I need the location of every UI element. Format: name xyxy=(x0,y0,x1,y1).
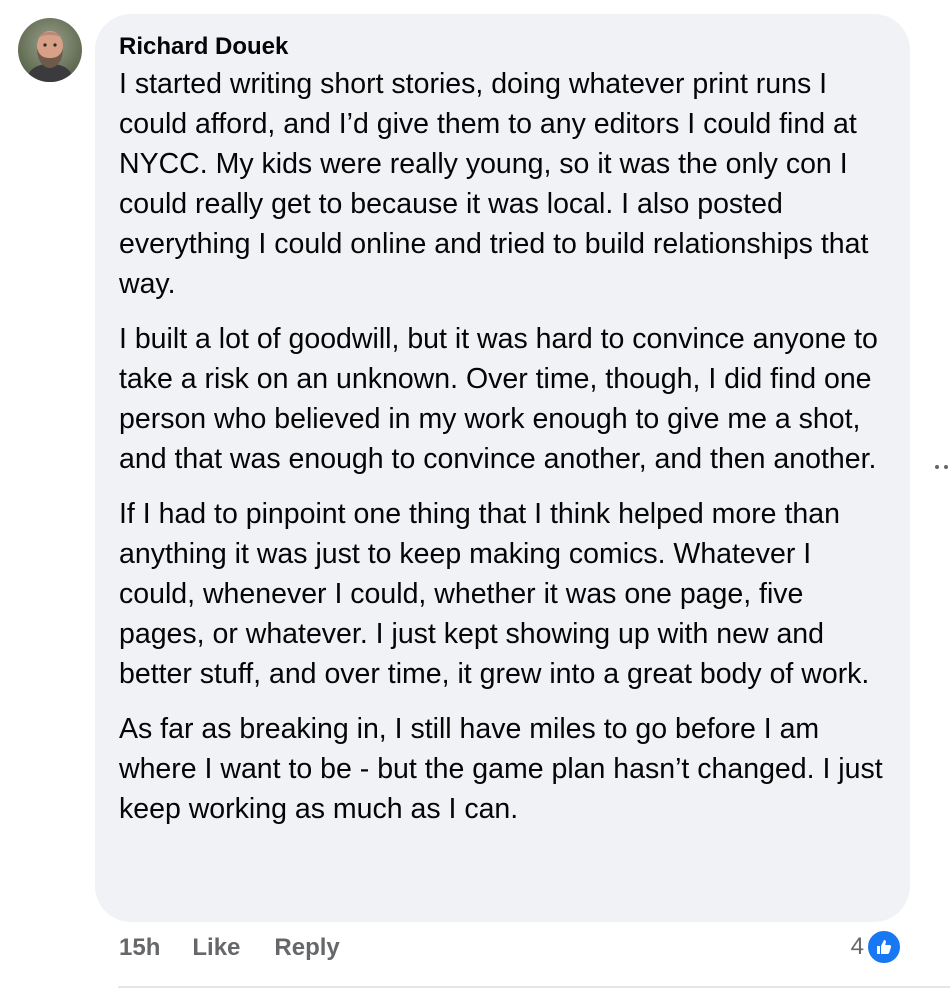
comment-paragraph: As far as breaking in, I still have mile… xyxy=(119,713,883,825)
divider xyxy=(118,986,950,988)
reaction-summary[interactable]: 4 xyxy=(851,928,902,966)
reply-button[interactable]: Reply xyxy=(274,934,339,962)
comment-paragraph: I built a lot of goodwill, but it was ha… xyxy=(119,323,878,475)
comment-author[interactable]: Richard Douek xyxy=(119,32,886,64)
avatar-photo xyxy=(18,18,82,82)
comment-bubble: Richard Douek I started writing short st… xyxy=(95,14,910,922)
comment-actions: 15h Like Reply xyxy=(119,931,340,965)
comment-timestamp[interactable]: 15h xyxy=(119,934,160,962)
like-button[interactable]: Like xyxy=(192,934,240,962)
avatar[interactable] xyxy=(18,18,82,82)
comment-paragraph: I started writing short stories, doing w… xyxy=(119,68,869,300)
like-thumb-icon xyxy=(866,929,902,965)
more-options-icon[interactable] xyxy=(934,459,950,475)
reaction-count: 4 xyxy=(850,933,864,960)
comment-paragraph: If I had to pinpoint one thing that I th… xyxy=(119,498,870,690)
